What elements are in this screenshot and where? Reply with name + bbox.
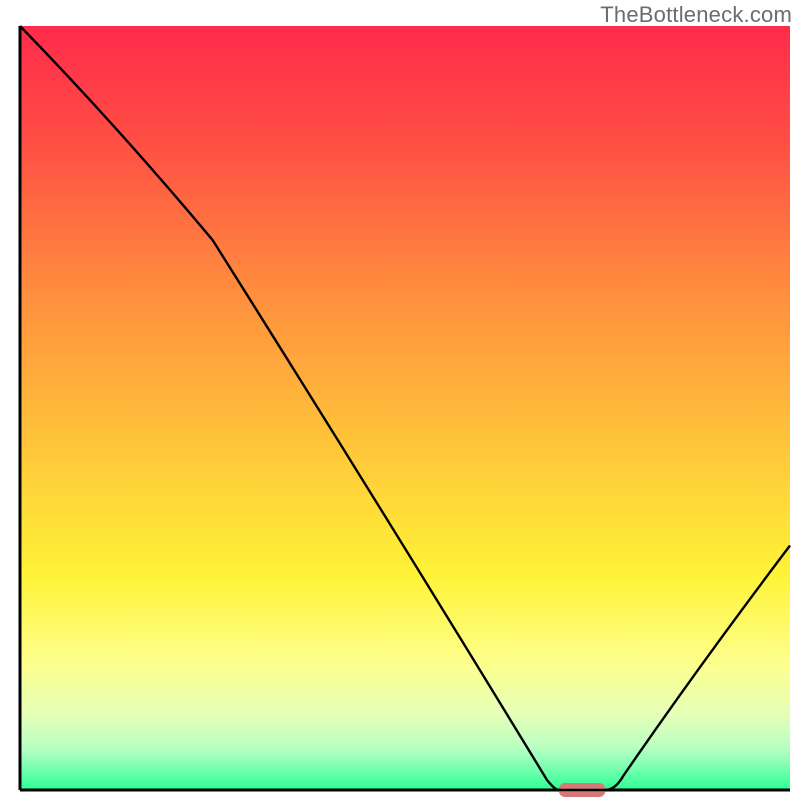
bottleneck-chart [0, 0, 800, 800]
gradient-background [20, 26, 790, 790]
watermark-text: TheBottleneck.com [600, 2, 792, 28]
